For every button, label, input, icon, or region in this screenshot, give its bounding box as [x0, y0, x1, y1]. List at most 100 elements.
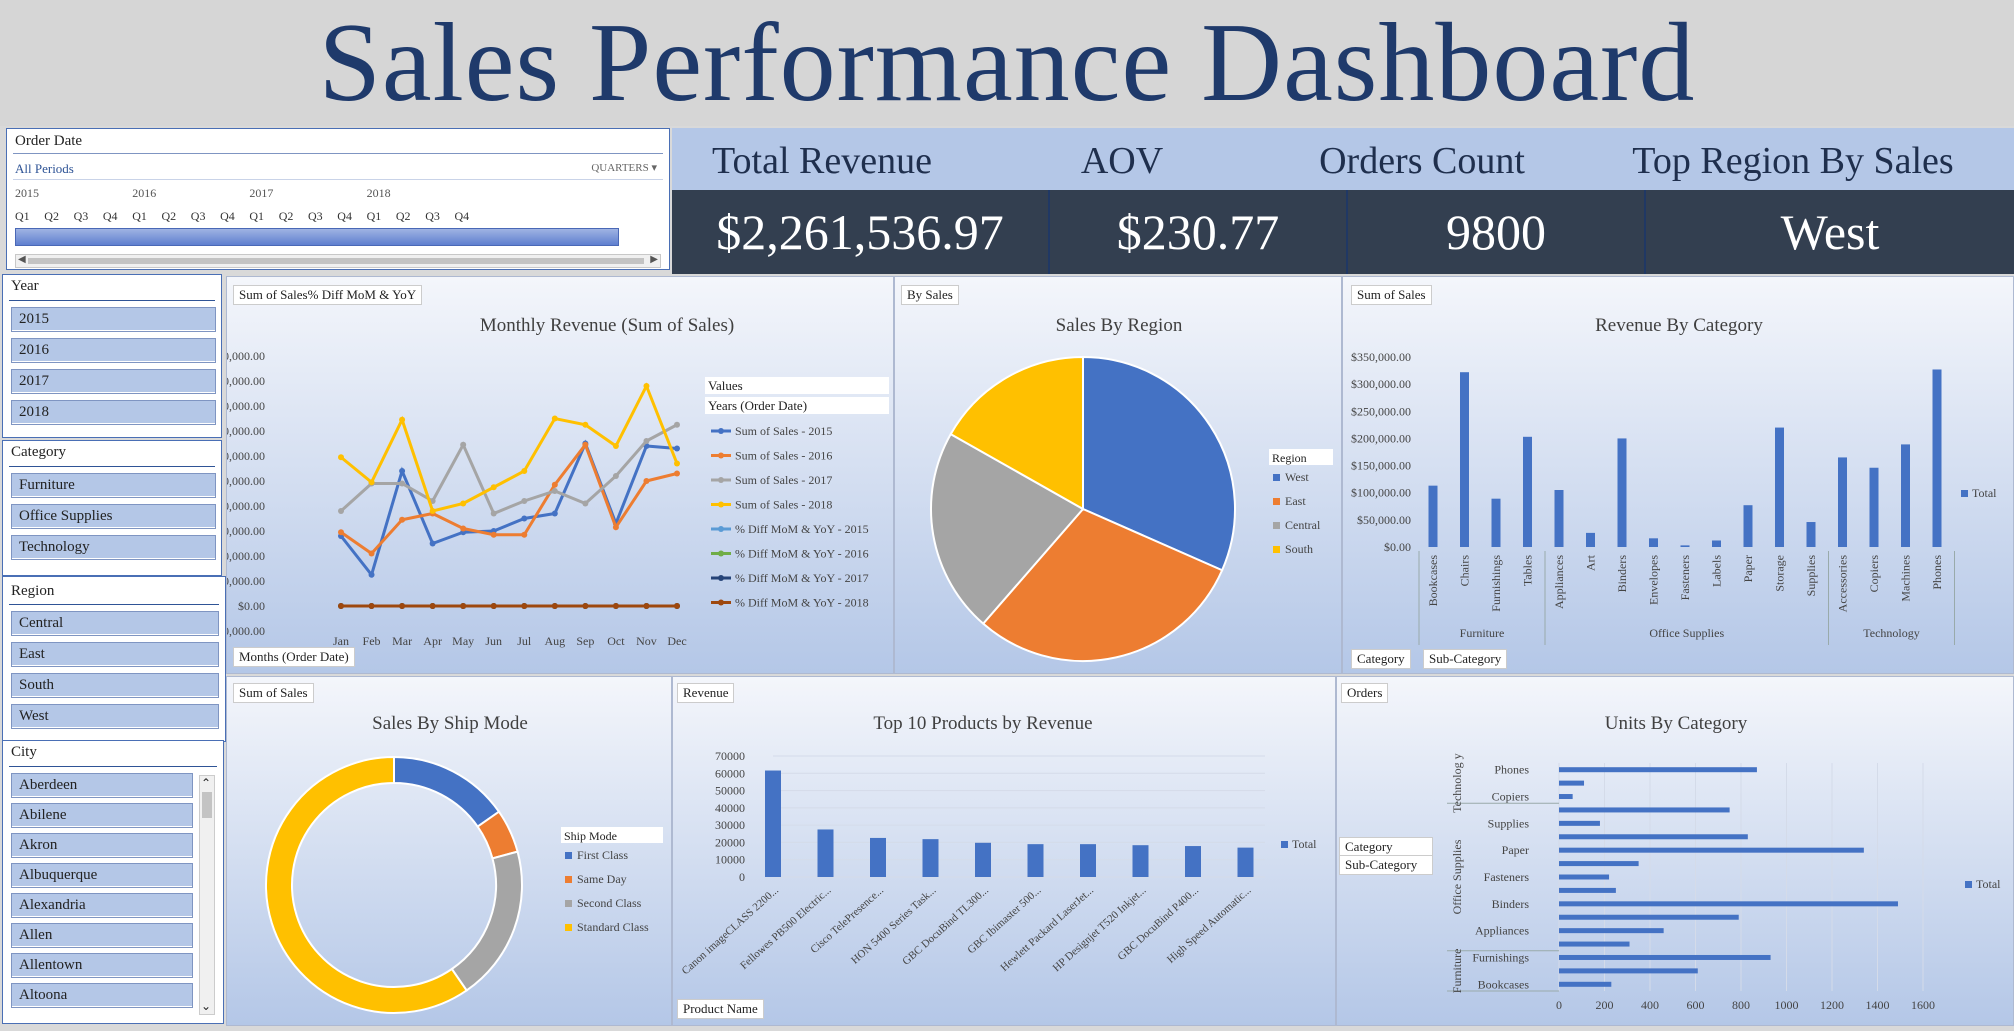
slicer-item-allentown[interactable]: Allentown — [11, 953, 193, 978]
x-tick-label: 400 — [1641, 998, 1659, 1012]
units-sub-category-axis-tag[interactable]: Sub-Category — [1339, 855, 1433, 875]
product-name-axis-tag[interactable]: Product Name — [677, 999, 764, 1019]
data-point — [490, 603, 497, 609]
y-tick-label: $80,000.00 — [227, 399, 265, 413]
timeline-selection-bar[interactable] — [15, 228, 619, 246]
legend-swatch — [565, 924, 572, 931]
scroll-up-icon[interactable]: ⌃ — [201, 776, 211, 791]
scroll-left-icon[interactable]: ◀ — [18, 254, 26, 265]
slicer-item-alexandria[interactable]: Alexandria — [11, 893, 193, 918]
x-tick-label: HON 5400 Series Task... — [849, 884, 939, 966]
timeline-quarter-label[interactable]: Q2 — [44, 209, 59, 224]
slicer-item-2016[interactable]: 2016 — [11, 338, 216, 363]
bar — [1806, 522, 1816, 547]
bar — [1559, 780, 1585, 786]
slicer-item-south[interactable]: South — [11, 673, 219, 698]
data-point — [338, 603, 344, 609]
bar — [1559, 928, 1664, 934]
timeline-quarter-label[interactable]: Q4 — [103, 209, 118, 224]
timeline-quarter-label[interactable]: Q2 — [396, 209, 411, 224]
data-point — [612, 443, 619, 449]
timeline-quarter-label[interactable]: Q2 — [279, 209, 294, 224]
kpi-aov-label: AOV — [1080, 140, 1164, 182]
timeline-quarter-label[interactable]: Q1 — [15, 209, 30, 224]
data-point — [429, 603, 436, 609]
timeline-quarter-label[interactable]: Q1 — [132, 209, 147, 224]
y-tick-label: Phones — [1494, 763, 1529, 777]
slicer-item-east[interactable]: East — [11, 642, 219, 667]
data-point — [674, 603, 680, 609]
timeline-quarter-label[interactable]: Q3 — [425, 209, 440, 224]
x-tick-label: Apr — [423, 634, 442, 648]
slicer-item-akron[interactable]: Akron — [11, 833, 193, 858]
timeline-quarter-label[interactable]: Q3 — [308, 209, 323, 224]
slicer-item-2017[interactable]: 2017 — [11, 369, 216, 394]
timeline-quarter-label[interactable]: Q1 — [249, 209, 264, 224]
slicer-item-central[interactable]: Central — [11, 611, 219, 636]
group-label: Technolog y — [1450, 753, 1464, 812]
timeline-level-select[interactable]: QUARTERS ▾ — [591, 161, 657, 174]
slicer-item-west[interactable]: West — [11, 704, 219, 729]
slicer-item-furniture[interactable]: Furniture — [11, 473, 216, 498]
data-point — [521, 531, 528, 538]
months-axis-tag[interactable]: Months (Order Date) — [233, 647, 355, 667]
timeline-quarter-label[interactable]: Q3 — [74, 209, 89, 224]
x-tick-label: Paper — [1741, 555, 1755, 582]
sub-category-axis-tag[interactable]: Sub-Category — [1423, 649, 1508, 669]
y-tick-label: 70000 — [715, 749, 745, 763]
data-point — [643, 603, 650, 609]
y-tick-label: 60000 — [715, 766, 745, 780]
bar — [1559, 794, 1573, 800]
slicer-item-abilene[interactable]: Abilene — [11, 803, 193, 828]
timeline-scrollbar[interactable]: ◀ ▶ — [15, 254, 661, 268]
group-label: Office Supplies — [1649, 626, 1724, 640]
order-date-timeline[interactable]: Order Date All Periods QUARTERS ▾ ◀ ▶ 20… — [6, 128, 670, 270]
slicer-item-altoona[interactable]: Altoona — [11, 983, 193, 1008]
group-label: Office Supplies — [1450, 839, 1464, 914]
timeline-quarter-label[interactable]: Q1 — [367, 209, 382, 224]
legend-label: Total — [1292, 837, 1317, 851]
timeline-quarter-label[interactable]: Q2 — [162, 209, 177, 224]
x-tick-label: Art — [1584, 554, 1598, 571]
data-point — [399, 480, 406, 487]
scroll-right-icon[interactable]: ▶ — [650, 254, 658, 265]
slicer-item-2018[interactable]: 2018 — [11, 400, 216, 425]
timeline-quarter-label[interactable]: Q3 — [191, 209, 206, 224]
bar — [1559, 954, 1771, 960]
data-point — [551, 488, 558, 494]
slicer-item-2015[interactable]: 2015 — [11, 307, 216, 332]
units-category-axis-tag[interactable]: Category — [1339, 837, 1433, 857]
legend-label: Total — [1976, 877, 2001, 891]
bar — [1080, 844, 1096, 877]
x-tick-label: GBC DocuBind TL300... — [900, 884, 991, 968]
x-tick-label: Dec — [667, 634, 686, 648]
legend-marker — [718, 599, 724, 606]
timeline-quarter-label[interactable]: Q4 — [337, 209, 352, 224]
slicer-item-aberdeen[interactable]: Aberdeen — [11, 773, 193, 798]
bar — [1743, 505, 1753, 547]
data-point — [399, 416, 406, 423]
legend-swatch — [1273, 522, 1280, 529]
category-axis-tag[interactable]: Category — [1351, 649, 1411, 669]
bar — [817, 829, 834, 877]
city-slicer-scrollbar[interactable]: ⌃ ⌄ — [199, 775, 215, 1015]
y-tick-label: $20,000.00 — [227, 549, 265, 563]
scroll-down-icon[interactable]: ⌄ — [201, 999, 211, 1014]
slicer-item-technology[interactable]: Technology — [11, 535, 216, 560]
kpi-orders-count-label: Orders Count — [1319, 140, 1525, 182]
timeline-quarter-label[interactable]: Q4 — [220, 209, 235, 224]
timeline-quarter-label[interactable]: Q4 — [455, 209, 470, 224]
slicer-item-allen[interactable]: Allen — [11, 923, 193, 948]
slicer-item-office-supplies[interactable]: Office Supplies — [11, 504, 216, 529]
y-tick-label: $10,000.00 — [227, 574, 265, 588]
legend-marker — [718, 477, 724, 483]
y-tick-label: $0.00 — [238, 599, 265, 613]
all-periods-link[interactable]: All Periods — [15, 161, 74, 177]
y-tick-label: $200,000.00 — [1351, 431, 1411, 445]
timeline-level-label: QUARTERS — [591, 162, 649, 174]
slicer-item-albuquerque[interactable]: Albuquerque — [11, 863, 193, 888]
data-point — [643, 438, 650, 444]
data-point — [521, 468, 528, 474]
kpi-aov-value: $230.77 — [1048, 190, 1346, 274]
region-slicer: Region Central East South West — [2, 576, 226, 742]
